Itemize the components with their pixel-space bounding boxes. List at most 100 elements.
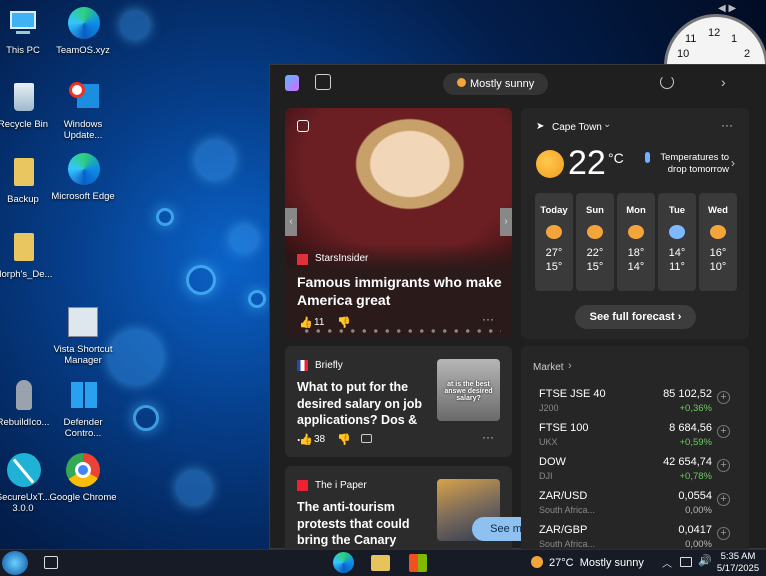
like-icon[interactable]: 👍: [299, 433, 313, 446]
header-weather-pill[interactable]: Mostly sunny: [443, 73, 548, 95]
news-card-briefly[interactable]: Briefly What to put for the desired sala…: [285, 346, 512, 457]
current-temperature: 22: [568, 144, 606, 182]
taskbar-clock[interactable]: 5:35 AM 5/17/2025: [716, 551, 760, 575]
chevron-right-icon: ›: [677, 311, 682, 323]
thumbnail-caption: at is the best answe desired salary?: [444, 381, 493, 402]
folder-icon: [5, 230, 41, 266]
desktop-icon-morphs[interactable]: Morph's_De...: [0, 230, 57, 280]
volume-icon[interactable]: 🔊: [698, 554, 712, 567]
market-name: ZAR/GBP: [539, 524, 588, 536]
forecast-day[interactable]: Today 27° 15°: [535, 193, 573, 291]
add-to-watchlist-icon[interactable]: +: [717, 527, 730, 540]
market-change: +0,78%: [679, 471, 713, 482]
network-icon[interactable]: [680, 557, 692, 567]
market-name: ZAR/USD: [539, 490, 588, 502]
forecast-day-label: Mon: [626, 205, 646, 216]
forecast-low: 11°: [669, 261, 685, 273]
forecast-high: 16°: [709, 247, 727, 259]
clock-gadget-controls[interactable]: ◀ ▶: [718, 3, 736, 14]
chevron-right-icon[interactable]: ›: [721, 74, 726, 90]
taskbar-weather[interactable]: 27°C Mostly sunny: [531, 554, 651, 572]
icon-label: Defender Contro...: [63, 417, 103, 439]
more-options-icon[interactable]: ···: [482, 430, 494, 444]
weather-alert[interactable]: Temperatures to drop tomorrow: [655, 152, 729, 176]
more-options-icon[interactable]: ···: [721, 118, 733, 132]
comment-icon[interactable]: [361, 434, 372, 443]
weather-location[interactable]: Cape Town: [552, 122, 602, 133]
market-row[interactable]: FTSE JSE 40 J200 85 102,52 +0,36% +: [539, 386, 754, 420]
desktop-icon-defender[interactable]: Defender Contro...: [49, 378, 117, 439]
desktop-icon-teamos[interactable]: TeamOS.xyz: [49, 6, 117, 56]
market-row[interactable]: DOW DJI 42 654,74 +0,78% +: [539, 454, 754, 488]
more-options-icon[interactable]: ···: [482, 312, 494, 326]
market-value: 0,0554: [678, 490, 712, 502]
microsoft-store-icon[interactable]: [409, 554, 427, 572]
forecast-day[interactable]: Wed 16° 10°: [699, 193, 737, 291]
carousel-prev-button[interactable]: ‹: [285, 208, 297, 236]
hero-source: StarsInsider: [315, 253, 369, 264]
windows-update-icon: [65, 80, 101, 116]
news1-thumbnail: at is the best answe desired salary?: [437, 359, 500, 421]
forecast-low: 15°: [586, 261, 604, 273]
folder-icon: [5, 155, 41, 191]
source-logo-icon: [297, 360, 308, 371]
desktop-icon-vista-shortcut[interactable]: Vista Shortcut Manager: [49, 305, 117, 366]
add-to-watchlist-icon[interactable]: +: [717, 459, 730, 472]
sun-icon: [457, 78, 466, 87]
news1-source: Briefly: [315, 360, 343, 371]
forecast-low: 10°: [709, 261, 727, 273]
discover-icon[interactable]: [315, 74, 331, 90]
market-value: 0,0417: [678, 524, 712, 536]
market-row[interactable]: ZAR/USD South Africa... 0,0554 0,00% +: [539, 488, 754, 522]
forecast-weather-icon: [710, 225, 726, 239]
source-logo-icon: [297, 254, 308, 265]
add-to-watchlist-icon[interactable]: +: [717, 391, 730, 404]
chevron-right-icon[interactable]: ›: [731, 156, 735, 170]
add-to-watchlist-icon[interactable]: +: [717, 493, 730, 506]
dislike-icon[interactable]: 👎: [337, 316, 351, 329]
widgets-logo-icon[interactable]: [285, 75, 299, 91]
windows-logo-icon: [65, 378, 101, 414]
hero-news-card[interactable]: ‹ › StarsInsider Famous immigrants who m…: [285, 108, 512, 338]
sun-icon: [531, 556, 543, 568]
taskbar-temp: 27°C: [549, 557, 574, 569]
forecast-high: 22°: [586, 247, 604, 259]
source-logo-icon: [297, 480, 308, 491]
carousel-next-button[interactable]: ›: [500, 208, 512, 236]
partly-sunny-icon: [536, 150, 564, 178]
start-button-icon[interactable]: [2, 551, 28, 575]
news2-title[interactable]: The anti-tourism protests that could bri…: [297, 499, 437, 549]
see-full-forecast-button[interactable]: See full forecast ›: [575, 305, 696, 329]
market-change: 0,00%: [685, 505, 712, 516]
forecast-day[interactable]: Tue 14° 11°: [658, 193, 696, 291]
thermometer-icon: [645, 152, 650, 163]
carousel-dots[interactable]: [301, 329, 501, 333]
market-row[interactable]: FTSE 100 UKX 8 684,56 +0,59% +: [539, 420, 754, 454]
forecast-day[interactable]: Sun 22° 15°: [576, 193, 614, 291]
refresh-icon[interactable]: [660, 75, 674, 89]
edge-icon: [65, 6, 101, 42]
file-explorer-icon[interactable]: [371, 555, 390, 571]
task-view-icon[interactable]: [44, 556, 58, 569]
market-title[interactable]: Market: [533, 362, 564, 373]
chevron-right-icon[interactable]: ›: [568, 360, 572, 372]
forecast-day[interactable]: Mon 18° 14°: [617, 193, 655, 291]
hero-title[interactable]: Famous immigrants who make America great: [297, 273, 502, 309]
add-to-watchlist-icon[interactable]: +: [717, 425, 730, 438]
desktop-icon-google-chrome[interactable]: Google Chrome: [49, 453, 117, 503]
show-hidden-icons-icon[interactable]: ︿: [662, 555, 672, 570]
dislike-icon[interactable]: 👎: [337, 433, 351, 446]
icon-label: Google Chrome: [49, 492, 117, 503]
forecast-day-label: Wed: [708, 205, 728, 216]
chevron-down-icon[interactable]: ⌄: [603, 119, 611, 130]
market-value: 8 684,56: [669, 422, 712, 434]
forecast-button-label: See full forecast: [589, 311, 675, 323]
icon-label: Windows Update...: [63, 119, 103, 141]
computer-icon: [5, 6, 41, 42]
desktop-icon-microsoft-edge[interactable]: Microsoft Edge: [49, 152, 117, 202]
edge-taskbar-icon[interactable]: [333, 552, 354, 573]
like-icon[interactable]: 👍: [299, 316, 313, 329]
shortcut-manager-icon: [65, 305, 101, 341]
desktop-icon-windows-update[interactable]: Windows Update...: [49, 80, 117, 141]
market-sub: UKX: [539, 437, 558, 447]
